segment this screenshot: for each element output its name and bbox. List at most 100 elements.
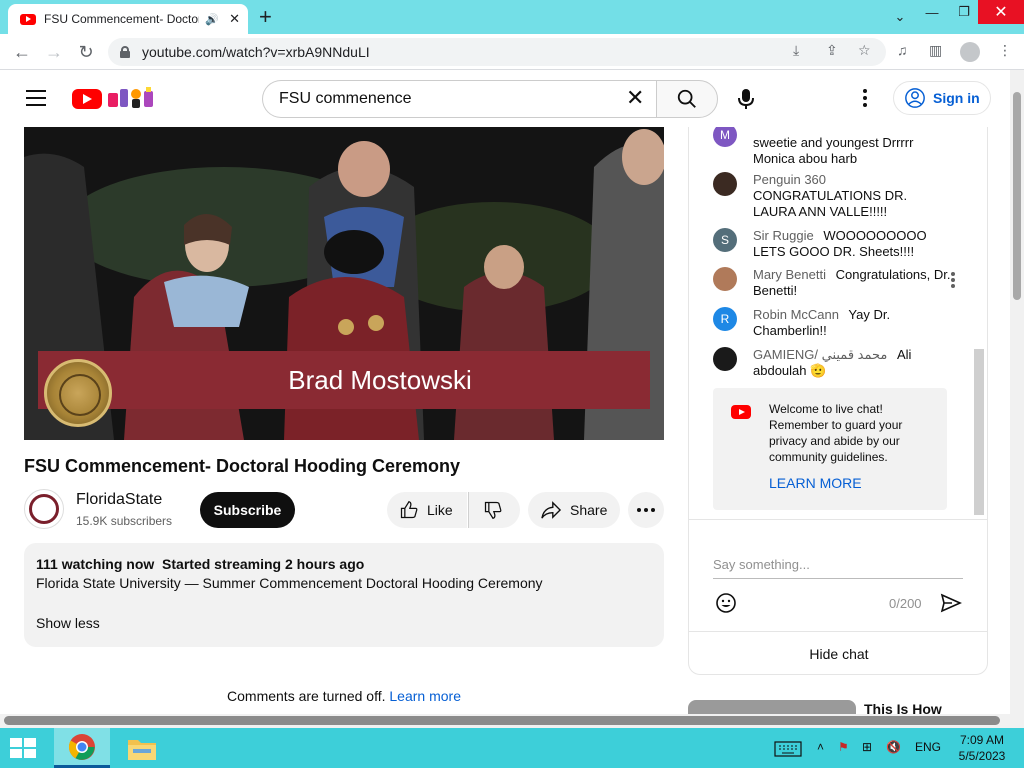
- browser-tab-strip: FSU Commencement- Doctoral Hooding Cerem…: [0, 0, 1024, 34]
- search-button[interactable]: [656, 80, 718, 118]
- chat-message: Penguin 360 CONGRATULATIONS DR. LAURA AN…: [713, 172, 953, 220]
- chat-message-body: Robin McCann Yay Dr. Chamberlin!!: [753, 307, 953, 339]
- channel-avatar[interactable]: [24, 489, 64, 529]
- new-tab-button[interactable]: +: [259, 4, 272, 30]
- subscribe-button[interactable]: Subscribe: [200, 492, 295, 528]
- chat-message-input[interactable]: Say something...: [713, 557, 963, 579]
- profile-avatar-icon[interactable]: [960, 42, 980, 62]
- live-chat-welcome-banner: Welcome to live chat! Remember to guard …: [713, 388, 947, 510]
- tray-volume-muted-icon[interactable]: 🔇: [886, 740, 901, 754]
- hide-chat-button[interactable]: Hide chat: [689, 631, 987, 674]
- tab-search-chevron-icon[interactable]: ⌄: [886, 5, 914, 29]
- window-restore-button[interactable]: ❐: [950, 0, 978, 24]
- youtube-logo-icon: [731, 405, 751, 419]
- url-text: youtube.com/watch?v=xrbA9NNduLI: [142, 44, 370, 60]
- chat-learn-more-button[interactable]: LEARN MORE: [769, 475, 862, 491]
- more-actions-button[interactable]: [628, 492, 664, 528]
- media-control-icon[interactable]: ♫: [897, 42, 908, 58]
- tray-language[interactable]: ENG: [915, 740, 941, 754]
- lock-icon[interactable]: [120, 46, 130, 58]
- window-minimize-button[interactable]: —: [918, 0, 946, 24]
- chat-message-list[interactable]: M sweetie and youngest Drrrrr Monica abo…: [689, 127, 973, 519]
- comments-off-text: Comments are turned off.: [227, 688, 386, 704]
- show-less-button[interactable]: Show less: [36, 615, 652, 631]
- tab-close-icon[interactable]: ✕: [229, 11, 240, 27]
- comments-learn-more-link[interactable]: Learn more: [389, 688, 461, 704]
- chat-message-menu-icon[interactable]: [951, 272, 955, 288]
- share-label: Share: [570, 502, 608, 518]
- comments-off-notice: Comments are turned off. Learn more: [24, 688, 664, 704]
- chat-author-avatar: R: [713, 307, 737, 331]
- next-video-title[interactable]: This Is How: [864, 701, 942, 714]
- chat-scrollbar-thumb[interactable]: [974, 349, 984, 515]
- video-player[interactable]: Brad Mostowski: [24, 127, 664, 440]
- touch-keyboard-icon[interactable]: [774, 741, 802, 757]
- hooding-name-caption: Brad Mostowski: [288, 364, 472, 395]
- share-button[interactable]: Share: [528, 492, 620, 528]
- clear-search-icon[interactable]: ✕: [626, 87, 644, 109]
- chat-author-name[interactable]: GAMIENG/ محمد قميني: [753, 347, 887, 362]
- browser-toolbar: ← → ↻ youtube.com/watch?v=xrbA9NNduLI ⤓ …: [0, 34, 1024, 70]
- chat-message: Mary Benetti Congratulations, Dr. Benett…: [713, 267, 953, 299]
- chat-message: S Sir Ruggie WOOOOOOOOO LETS GOOO DR. Sh…: [713, 228, 953, 260]
- chat-message: R Robin McCann Yay Dr. Chamberlin!!: [713, 307, 953, 339]
- share-arrow-icon: [541, 501, 562, 519]
- forward-arrow-icon[interactable]: →: [42, 40, 66, 64]
- clock-date: 5/5/2023: [958, 749, 1006, 763]
- windows-taskbar: ˄ ⚑ ⊞ 🔇 ENG 7:09 AM 5/5/2023: [0, 728, 1024, 768]
- browser-menu-icon[interactable]: ⋮: [998, 42, 1012, 59]
- watching-count: 111 watching now: [36, 556, 155, 572]
- taskbar-file-explorer-button[interactable]: [114, 728, 170, 768]
- chat-author-name[interactable]: Mary Benetti: [753, 267, 826, 282]
- chat-author-avatar: M: [713, 127, 737, 147]
- chat-message-body: Penguin 360 CONGRATULATIONS DR. LAURA AN…: [753, 172, 953, 220]
- install-app-icon[interactable]: ⤓: [793, 42, 799, 59]
- page-vertical-scrollbar[interactable]: [1010, 70, 1024, 728]
- chat-author-name[interactable]: Sir Ruggie: [753, 228, 814, 243]
- page-vertical-scroll-thumb[interactable]: [1013, 92, 1021, 300]
- audio-playing-icon[interactable]: 🔊: [205, 13, 219, 26]
- chrome-icon: [68, 733, 95, 760]
- send-icon[interactable]: [939, 591, 963, 615]
- chat-author-avatar: [713, 267, 737, 291]
- address-bar[interactable]: youtube.com/watch?v=xrbA9NNduLI: [108, 38, 886, 66]
- youtube-doodle-icon[interactable]: [106, 84, 158, 112]
- channel-name[interactable]: FloridaState: [76, 491, 162, 509]
- welcome-text: Welcome to live chat! Remember to guard …: [769, 402, 903, 464]
- tray-overflow-chevron-icon[interactable]: ˄: [817, 740, 824, 754]
- back-arrow-icon[interactable]: ←: [10, 40, 34, 64]
- next-video-thumbnail[interactable]: [688, 700, 856, 714]
- side-panel-icon[interactable]: ▥: [929, 42, 942, 59]
- window-close-button[interactable]: ✕: [978, 0, 1024, 24]
- description-box[interactable]: 111 watching now Started streaming 2 hou…: [24, 543, 664, 647]
- page-horizontal-scroll-thumb[interactable]: [4, 716, 1000, 725]
- fsu-seal-avatar-icon: [29, 494, 59, 524]
- sign-in-label: Sign in: [933, 90, 980, 106]
- sign-in-button[interactable]: Sign in: [893, 81, 991, 115]
- youtube-header: FSU commenence ✕ Sign in: [0, 70, 1010, 126]
- dislike-button[interactable]: [468, 492, 520, 528]
- reload-icon[interactable]: ↻: [74, 40, 98, 64]
- browser-tab[interactable]: FSU Commencement- Doctoral Hooding Cerem…: [8, 4, 248, 34]
- search-input[interactable]: FSU commenence: [262, 80, 672, 118]
- emoji-picker-icon[interactable]: [714, 591, 738, 615]
- chat-author-name[interactable]: Penguin 360: [753, 172, 826, 187]
- taskbar-chrome-button[interactable]: [54, 728, 110, 768]
- chat-message: GAMIENG/ محمد قميني Ali abdoulah 🫡: [713, 347, 953, 379]
- chat-author-name[interactable]: Robin McCann: [753, 307, 839, 322]
- guide-menu-icon[interactable]: [26, 90, 46, 106]
- tray-network-icon[interactable]: ⊞: [862, 740, 872, 754]
- chat-input-area: Say something... 0/200: [689, 519, 987, 631]
- bookmark-star-icon[interactable]: ☆: [858, 42, 871, 59]
- tab-title: FSU Commencement- Doctoral Hooding Cerem…: [44, 12, 199, 26]
- tray-security-icon[interactable]: ⚑: [838, 740, 849, 754]
- windows-start-icon[interactable]: [8, 737, 38, 759]
- settings-more-icon[interactable]: [856, 86, 874, 110]
- page-horizontal-scrollbar[interactable]: [0, 714, 1010, 728]
- share-page-icon[interactable]: ⇪: [826, 42, 838, 59]
- account-circle-icon: [905, 88, 925, 108]
- like-button[interactable]: Like: [387, 492, 467, 528]
- taskbar-clock[interactable]: 7:09 AM 5/5/2023: [952, 732, 1012, 764]
- microphone-icon[interactable]: [736, 88, 756, 110]
- youtube-logo-icon[interactable]: [72, 89, 102, 109]
